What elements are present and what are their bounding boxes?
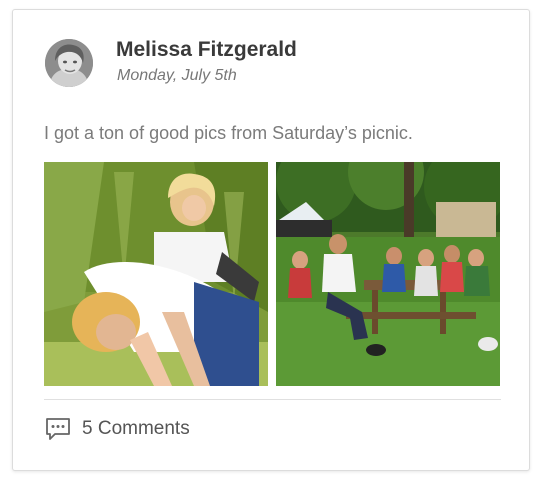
comments-count-label: 5 Comments bbox=[82, 418, 190, 439]
comments-link[interactable]: 5 Comments bbox=[44, 415, 190, 443]
comment-bubble-icon bbox=[44, 415, 72, 443]
author-avatar[interactable] bbox=[45, 39, 93, 87]
post-date: Monday, July 5th bbox=[117, 67, 237, 84]
post-card: Melissa Fitzgerald Monday, July 5th I go… bbox=[12, 9, 530, 471]
photo-picnic-group[interactable] bbox=[276, 162, 500, 386]
divider bbox=[44, 399, 501, 400]
post-text: I got a ton of good pics from Saturday’s… bbox=[44, 123, 413, 143]
author-name[interactable]: Melissa Fitzgerald bbox=[116, 38, 297, 62]
photo-kids-playing[interactable] bbox=[44, 162, 268, 386]
